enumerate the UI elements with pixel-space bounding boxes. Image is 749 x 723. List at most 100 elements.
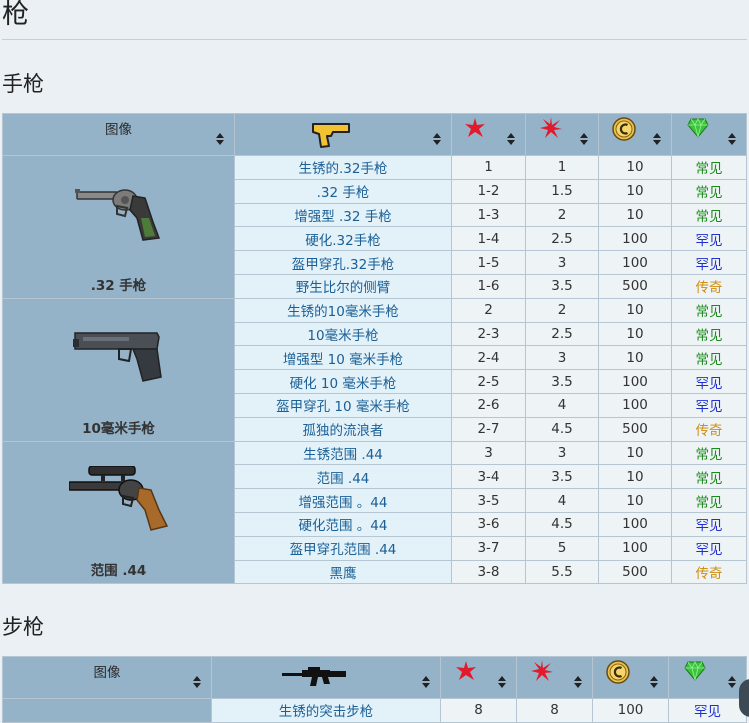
rarity-cell: 常见: [671, 202, 747, 228]
table-row: 10毫米手枪 生锈的10毫米手枪 2 2 10 常见: [2, 297, 747, 442]
weapon-name-link[interactable]: 盔甲穿孔范围 .44: [234, 535, 452, 561]
rarity-cell: 罕见: [671, 511, 747, 537]
header-weapon[interactable]: [211, 656, 441, 699]
weapon-name-link[interactable]: 孤独的流浪者: [234, 416, 452, 442]
weapon-name-link[interactable]: 硬化范围 。44: [234, 511, 452, 537]
weapon-name-link[interactable]: 10毫米手枪: [234, 321, 452, 347]
header-price[interactable]: [592, 656, 669, 699]
weapon-name-link[interactable]: 生锈的10毫米手枪: [234, 297, 452, 323]
weapon-name-link[interactable]: 生锈的突击步枪: [211, 698, 441, 723]
weapon-name-link[interactable]: 野生比尔的侧臂: [234, 273, 452, 299]
damage-cell: 4: [525, 488, 599, 513]
table-row: 生锈的突击步枪 8 8 100 罕见: [2, 698, 747, 723]
sort-icon[interactable]: [216, 133, 224, 145]
damage-cell: 1: [525, 155, 599, 180]
header-rarity[interactable]: [668, 656, 747, 699]
weapon-name-link[interactable]: 增强型 .32 手枪: [234, 202, 452, 228]
red-burst-icon: [531, 660, 553, 681]
price-cell: 10: [598, 297, 672, 323]
rarity-cell: 罕见: [671, 392, 747, 418]
header-image[interactable]: 图像: [2, 113, 235, 156]
price-cell: 100: [598, 250, 672, 275]
sort-icon[interactable]: [574, 676, 582, 688]
sort-icon[interactable]: [498, 676, 506, 688]
header-price[interactable]: [598, 113, 672, 156]
sort-icon[interactable]: [650, 676, 658, 688]
weapon-name-link[interactable]: 硬化.32手枪: [234, 226, 452, 252]
header-level[interactable]: [451, 113, 526, 156]
weapon-name-link[interactable]: 增强范围 。44: [234, 488, 452, 513]
weapon-name-link[interactable]: 硬化 10 毫米手枪: [234, 369, 452, 394]
weapon-name-link[interactable]: 生锈的.32手枪: [234, 155, 452, 180]
header-damage[interactable]: [516, 656, 593, 699]
rifles-table: 图像 生锈的突击步枪 8 8 100 罕见: [2, 656, 747, 723]
rarity-cell: 常见: [671, 488, 747, 513]
rarity-cell: 常见: [671, 321, 747, 347]
header-weapon[interactable]: [234, 113, 452, 156]
weapon-name-link[interactable]: 生锈范围 .44: [234, 440, 452, 466]
level-cell: 1-3: [451, 202, 526, 228]
weapon-image-cell: 10毫米手枪: [2, 297, 235, 442]
level-cell: 2: [451, 297, 526, 323]
damage-cell: 2: [525, 297, 599, 323]
level-cell: 8: [440, 698, 517, 723]
rarity-cell: 传奇: [671, 273, 747, 299]
price-cell: 10: [598, 345, 672, 371]
section-heading-pistols: 手枪: [2, 72, 44, 96]
weapon-name-link[interactable]: 盔甲穿孔.32手枪: [234, 250, 452, 275]
floating-action-button[interactable]: [739, 679, 749, 717]
rarity-cell: 常见: [671, 178, 747, 204]
header-rarity[interactable]: [671, 113, 747, 156]
price-cell: 500: [598, 273, 672, 299]
sort-icon[interactable]: [653, 133, 661, 145]
damage-cell: 3.5: [525, 273, 599, 299]
header-level[interactable]: [440, 656, 517, 699]
weapon-caption: .32 手枪: [90, 277, 147, 294]
damage-cell: 3: [525, 250, 599, 275]
weapon-name-link[interactable]: .32 手枪: [234, 178, 452, 204]
weapon-name-link[interactable]: 盔甲穿孔 10 毫米手枪: [234, 392, 452, 418]
header-image[interactable]: 图像: [2, 656, 212, 699]
red-burst-icon: [540, 117, 562, 138]
damage-cell: 5: [525, 535, 599, 561]
weapon-caption: 范围 .44: [90, 563, 147, 580]
rarity-cell: 罕见: [671, 535, 747, 561]
section-heading-rifles: 步枪: [2, 615, 44, 639]
rarity-cell: 传奇: [671, 559, 747, 585]
price-cell: 100: [598, 369, 672, 394]
price-cell: 100: [592, 698, 669, 723]
pistol-10mm-image: [72, 332, 162, 382]
sort-icon[interactable]: [193, 676, 201, 688]
level-cell: 2-6: [451, 392, 526, 418]
price-cell: 10: [598, 488, 672, 513]
weapon-name-link[interactable]: 黑鹰: [234, 559, 452, 585]
level-cell: 2-5: [451, 369, 526, 394]
price-cell: 500: [598, 559, 672, 585]
damage-cell: 3.5: [525, 464, 599, 490]
header-image-label: 图像: [105, 122, 132, 138]
rarity-cell: 罕见: [671, 250, 747, 275]
sort-icon[interactable]: [580, 133, 588, 145]
damage-cell: 5.5: [525, 559, 599, 585]
damage-cell: 4.5: [525, 511, 599, 537]
weapon-name-link[interactable]: 增强型 10 毫米手枪: [234, 345, 452, 371]
weapon-image-cell: 范围 .44: [2, 440, 235, 585]
green-gem-icon: [684, 661, 706, 681]
damage-cell: 4: [525, 392, 599, 418]
level-cell: 1-2: [451, 178, 526, 204]
sort-icon[interactable]: [728, 676, 736, 688]
header-damage[interactable]: [525, 113, 599, 156]
level-cell: 3-6: [451, 511, 526, 537]
rarity-cell: 常见: [671, 464, 747, 490]
sort-icon[interactable]: [433, 133, 441, 145]
damage-cell: 3: [525, 345, 599, 371]
header-image-label: 图像: [93, 665, 121, 681]
price-cell: 10: [598, 178, 672, 204]
sort-icon[interactable]: [422, 676, 430, 688]
weapon-name-link[interactable]: 范围 .44: [234, 464, 452, 490]
green-gem-icon: [687, 118, 709, 138]
price-cell: 100: [598, 392, 672, 418]
sort-icon[interactable]: [728, 133, 736, 145]
sort-icon[interactable]: [507, 133, 515, 145]
level-cell: 3-7: [451, 535, 526, 561]
